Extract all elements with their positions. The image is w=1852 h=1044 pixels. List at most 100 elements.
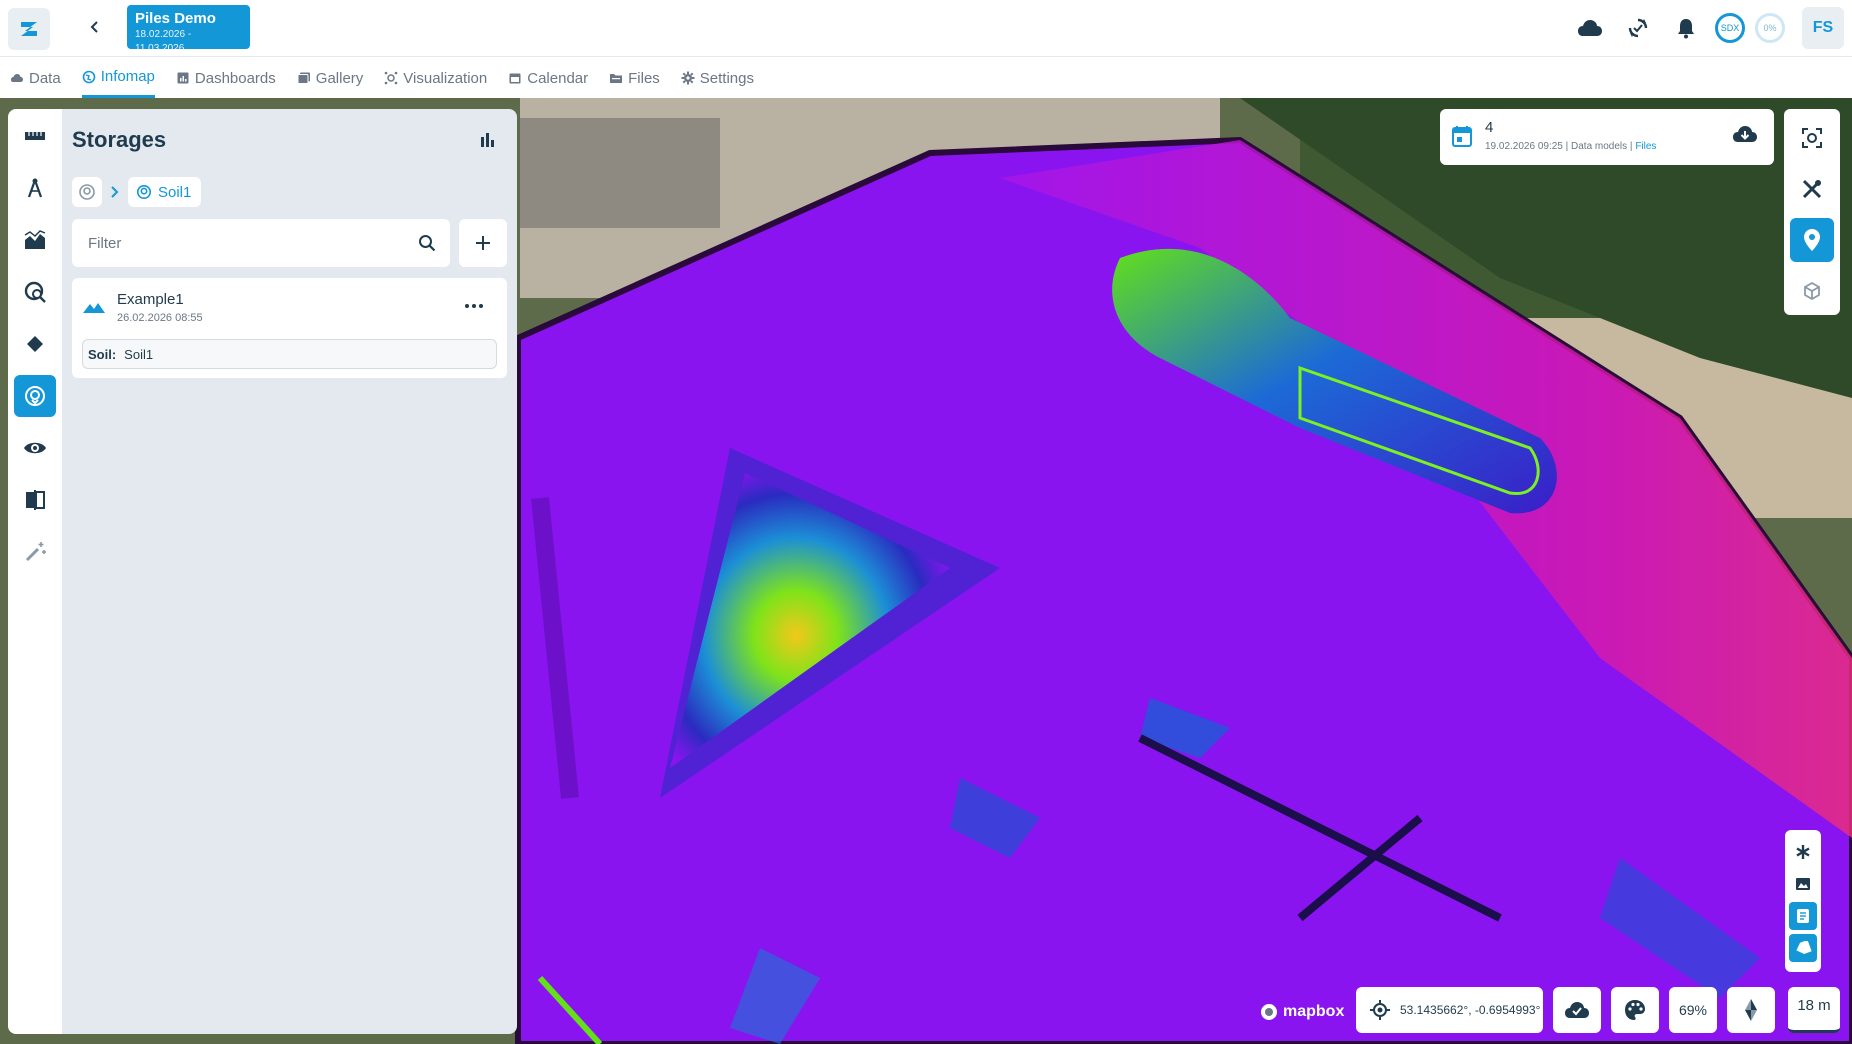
- scale-bar: 18 m: [1788, 987, 1840, 1033]
- cloud-layer-button[interactable]: [1553, 987, 1601, 1033]
- globe-icon: [82, 70, 95, 83]
- mapbox-label: mapbox: [1283, 1003, 1345, 1020]
- area-chart-tool[interactable]: [14, 219, 56, 261]
- add-storage-button[interactable]: [459, 219, 507, 267]
- filter-box: [72, 219, 450, 267]
- zoom-level[interactable]: 69%: [1669, 987, 1717, 1033]
- 3d-box-tool[interactable]: [1790, 269, 1834, 313]
- filter-input[interactable]: [88, 234, 388, 252]
- project-dates: 18.02.2026 - 11.03.2026: [135, 29, 192, 54]
- tab-label: Settings: [699, 69, 754, 87]
- sdx-button[interactable]: SDX: [1710, 4, 1750, 52]
- breadcrumb-current[interactable]: Soil1: [128, 177, 202, 207]
- storage-item-name: Example1: [117, 291, 184, 308]
- tab-label: Gallery: [315, 69, 364, 87]
- tab-label: Files: [628, 69, 660, 87]
- app-logo[interactable]: [8, 8, 50, 50]
- dataset-subtitle: 19.02.2026 09:25 | Data models | Files: [1485, 141, 1656, 152]
- calendar-button[interactable]: [1452, 125, 1472, 152]
- top-icons: SDX 0% FS: [1566, 0, 1852, 56]
- storage-item-date: 26.02.2026 08:55: [117, 312, 203, 324]
- palette-icon: [1625, 1000, 1645, 1020]
- document-button[interactable]: [1789, 902, 1817, 930]
- gear-icon: [681, 71, 695, 85]
- breadcrumb-root[interactable]: [72, 177, 102, 207]
- tab-files[interactable]: Files: [609, 58, 660, 98]
- layer-toolbar: [1785, 830, 1821, 972]
- cloud-button[interactable]: [1566, 4, 1614, 52]
- eye-icon: [24, 442, 46, 454]
- image-button[interactable]: [1789, 870, 1817, 898]
- coordinates-display[interactable]: 53.1435662°, -0.6954993°: [1356, 987, 1543, 1033]
- mapbox-logo-icon: [1261, 1004, 1277, 1020]
- more-options-button[interactable]: [459, 294, 489, 318]
- tools-icon: [1802, 179, 1822, 199]
- tab-settings[interactable]: Settings: [681, 58, 754, 98]
- magic-wand-tool[interactable]: [14, 531, 56, 573]
- tab-data[interactable]: Data: [10, 58, 61, 98]
- ruler-tool[interactable]: [14, 115, 56, 157]
- mapbox-attribution[interactable]: mapbox: [1260, 1003, 1344, 1021]
- tab-label: Visualization: [403, 69, 488, 87]
- visualization-icon: [384, 71, 398, 85]
- download-button[interactable]: [1732, 125, 1758, 148]
- palette-button[interactable]: [1611, 987, 1659, 1033]
- search-icon[interactable]: [418, 234, 436, 252]
- tab-label: Data: [29, 69, 61, 87]
- chevron-right-icon: [111, 186, 119, 198]
- storage-item[interactable]: Example1 26.02.2026 08:55 Soil: Soil1: [72, 278, 507, 378]
- tab-gallery[interactable]: Gallery: [297, 58, 364, 98]
- tag-button[interactable]: [1789, 934, 1817, 962]
- progress-indicator[interactable]: 0%: [1750, 4, 1790, 52]
- dashboard-icon: [177, 72, 189, 84]
- view-tool[interactable]: [14, 427, 56, 469]
- tag-icon: [27, 336, 43, 352]
- storage-tool[interactable]: [14, 375, 56, 417]
- avatar[interactable]: FS: [1802, 7, 1844, 49]
- north-arrow-icon: [1745, 999, 1757, 1021]
- tab-calendar[interactable]: Calendar: [508, 58, 588, 98]
- compass-button[interactable]: [1727, 987, 1775, 1033]
- calendar-icon: [509, 73, 521, 84]
- storage-icon: [79, 184, 95, 200]
- tag-tool[interactable]: [14, 323, 56, 365]
- compare-tool[interactable]: [14, 479, 56, 521]
- tab-label: Calendar: [527, 69, 589, 87]
- tab-infomap[interactable]: Infomap: [81, 58, 155, 98]
- tab-dashboards[interactable]: Dashboards: [176, 58, 276, 98]
- terrain-icon: [82, 300, 106, 319]
- coordinates-value: 53.1435662°, -0.6954993°: [1400, 1003, 1541, 1017]
- search-map-tool[interactable]: [14, 271, 56, 313]
- compass-tool[interactable]: [14, 167, 56, 209]
- dataset-info-box: 4 19.02.2026 09:25 | Data models | Files: [1440, 109, 1774, 165]
- pin-icon: [1804, 229, 1820, 251]
- image-icon: [1796, 878, 1810, 890]
- pin-tool[interactable]: [1790, 218, 1834, 262]
- nav-tabs: Data Infomap Dashboards Gallery Visualiz…: [0, 58, 1852, 98]
- files-link[interactable]: Files: [1635, 141, 1656, 152]
- tools-tool[interactable]: [1790, 167, 1834, 211]
- 3d-box-icon: [1804, 281, 1820, 301]
- tag-value: Soil1: [124, 346, 154, 362]
- tab-visualization[interactable]: Visualization: [384, 58, 487, 98]
- storage-item-tag: Soil: Soil1: [82, 339, 497, 369]
- dataset-meta: 19.02.2026 09:25 | Data models |: [1485, 141, 1636, 152]
- bar-chart-icon: [481, 133, 494, 147]
- tab-label: Infomap: [100, 68, 155, 85]
- asterisk-button[interactable]: [1789, 838, 1817, 866]
- magic-wand-icon: [25, 542, 46, 562]
- stats-button[interactable]: [479, 131, 495, 152]
- compass-icon: [27, 178, 43, 198]
- notifications-button[interactable]: [1662, 4, 1710, 52]
- project-selector[interactable]: Piles Demo 18.02.2026 - 11.03.2026: [127, 5, 250, 54]
- crosshair-icon: [1370, 1000, 1390, 1020]
- gallery-icon: [297, 72, 310, 84]
- top-bar: Piles Demo 18.02.2026 - 11.03.2026 SDX 0…: [0, 0, 1852, 57]
- cloud-icon: [1578, 20, 1602, 36]
- cloud-icon: [11, 74, 23, 82]
- focus-tool[interactable]: [1790, 116, 1834, 160]
- compare-icon: [26, 490, 45, 510]
- tab-label: Dashboards: [194, 69, 276, 87]
- sync-button[interactable]: [1614, 4, 1662, 52]
- back-button[interactable]: [80, 12, 110, 42]
